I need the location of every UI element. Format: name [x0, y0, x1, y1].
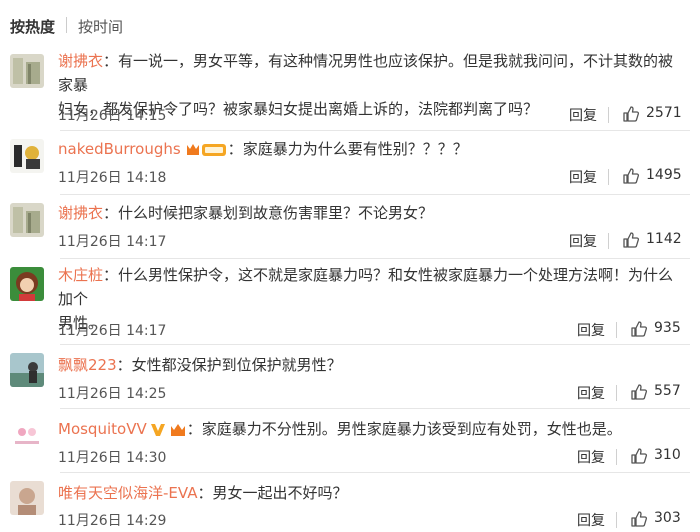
- action-divider: [616, 449, 617, 465]
- comment-item: 木庄桩：什么男性保护令，这不就是家庭暴力吗？和女性被家庭暴力一个处理方法啊！为什…: [0, 259, 700, 344]
- avatar[interactable]: [10, 139, 44, 173]
- reply-button[interactable]: 回复: [569, 231, 597, 251]
- colon: ：: [186, 420, 202, 438]
- comment-text: 有一说一，男女平等，有这种情况男性也应该保护。但是我就我问问，不计其数的被家暴: [58, 52, 674, 94]
- action-divider: [608, 233, 609, 249]
- avatar[interactable]: [10, 203, 44, 237]
- comment-item: 飘飘223：女性都没保护到位保护就男性？ 11月26日 14:25 回复 557: [0, 345, 700, 408]
- comment-item: nakedBurroughs ：家庭暴力为什么要有性别？？？？ 11月26日 14…: [0, 131, 700, 194]
- comment-text: 男女一起出不好吗？: [212, 484, 348, 502]
- comment-body: 谢拂衣：什么时候把家暴划到故意伤害罪里？不论男女？: [58, 201, 686, 225]
- comment-timestamp: 11月26日 14:17: [58, 234, 167, 250]
- sort-by-time-tab[interactable]: 按时间: [78, 16, 123, 37]
- username-link[interactable]: 谢拂衣: [58, 204, 103, 222]
- thumbs-up-icon[interactable]: [630, 383, 648, 401]
- like-count: 303: [654, 510, 681, 526]
- comment-item: MosquitoVV ：家庭暴力不分性别。男性家庭暴力该受到应有处罚，女性也是。 …: [0, 409, 700, 472]
- comment-timestamp: 11月26日 14:30: [58, 450, 167, 466]
- thumbs-up-icon[interactable]: [630, 447, 648, 465]
- like-count: 2571: [646, 105, 682, 121]
- reply-button[interactable]: 回复: [569, 167, 597, 187]
- action-divider: [616, 322, 617, 338]
- reply-button[interactable]: 回复: [577, 383, 605, 403]
- like-count: 310: [654, 447, 681, 463]
- colon: ：: [103, 266, 119, 284]
- like-count: 557: [654, 383, 681, 399]
- username-link[interactable]: 木庄桩: [58, 266, 103, 284]
- comment-item: 唯有天空似海洋-EVA：男女一起出不好吗？ 11月26日 14:29 回复 30…: [0, 473, 700, 532]
- comment-body: MosquitoVV ：家庭暴力不分性别。男性家庭暴力该受到应有处罚，女性也是。: [58, 417, 686, 441]
- comment-body: 飘飘223：女性都没保护到位保护就男性？: [58, 353, 686, 377]
- action-divider: [608, 107, 609, 123]
- avatar[interactable]: [10, 481, 44, 515]
- vip-badge-icon: [170, 423, 185, 436]
- comment-timestamp: 11月26日 14:18: [58, 170, 167, 186]
- comment-body: 唯有天空似海洋-EVA：男女一起出不好吗？: [58, 481, 686, 505]
- colon: ：: [103, 52, 119, 70]
- username-link[interactable]: nakedBurroughs: [58, 140, 181, 158]
- comment-body: nakedBurroughs ：家庭暴力为什么要有性别？？？？: [58, 137, 686, 161]
- sort-by-hot-tab[interactable]: 按热度: [10, 16, 55, 37]
- colon: ：: [116, 356, 132, 374]
- comment-text: 什么时候把家暴划到故意伤害罪里？不论男女？: [118, 204, 434, 222]
- comment-item: 谢拂衣：有一说一，男女平等，有这种情况男性也应该保护。但是我就我问问，不计其数的…: [0, 46, 700, 130]
- comment-text: 女性都没保护到位保护就男性？: [131, 356, 342, 374]
- reply-button[interactable]: 回复: [569, 105, 597, 125]
- comment-item: 谢拂衣：什么时候把家暴划到故意伤害罪里？不论男女？ 11月26日 14:17 回…: [0, 195, 700, 258]
- avatar[interactable]: [10, 54, 44, 88]
- like-count: 935: [654, 320, 681, 336]
- thumbs-up-icon[interactable]: [622, 105, 640, 123]
- comment-timestamp: 11月26日 14:25: [58, 386, 167, 402]
- comment-text: 什么男性保护令，这不就是家庭暴力吗？和女性被家庭暴力一个处理方法啊！为什么加个: [58, 266, 674, 308]
- thumbs-up-icon[interactable]: [622, 167, 640, 185]
- comment-timestamp: 11月26日 14:29: [58, 513, 167, 529]
- comment-text: 家庭暴力不分性别。男性家庭暴力该受到应有处罚，女性也是。: [201, 420, 622, 438]
- colon: ：: [103, 204, 119, 222]
- action-divider: [616, 512, 617, 528]
- thumbs-up-icon[interactable]: [630, 320, 648, 338]
- avatar[interactable]: [10, 417, 44, 451]
- sort-bar: 按热度 按时间: [0, 0, 700, 46]
- username-link[interactable]: 谢拂衣: [58, 52, 103, 70]
- action-divider: [608, 169, 609, 185]
- username-link[interactable]: 唯有天空似海洋-EVA: [58, 484, 197, 502]
- action-divider: [616, 385, 617, 401]
- like-count: 1142: [646, 231, 682, 247]
- avatar[interactable]: [10, 353, 44, 387]
- colon: ：: [227, 140, 243, 158]
- comment-timestamp: 11月26日 14:15: [58, 108, 167, 124]
- reply-button[interactable]: 回复: [577, 510, 605, 530]
- v-verified-icon: [150, 423, 165, 436]
- comment-text: 家庭暴力为什么要有性别？？？？: [242, 140, 468, 158]
- username-link[interactable]: 飘飘223: [58, 356, 117, 374]
- avatar[interactable]: [10, 267, 44, 301]
- username-link[interactable]: MosquitoVV: [58, 420, 147, 438]
- like-count: 1495: [646, 167, 682, 183]
- vip-badge-icon: [186, 143, 226, 156]
- reply-button[interactable]: 回复: [577, 320, 605, 340]
- comment-timestamp: 11月26日 14:17: [58, 323, 167, 339]
- colon: ：: [197, 484, 213, 502]
- reply-button[interactable]: 回复: [577, 447, 605, 467]
- thumbs-up-icon[interactable]: [622, 231, 640, 249]
- sort-divider: [66, 17, 67, 33]
- thumbs-up-icon[interactable]: [630, 510, 648, 528]
